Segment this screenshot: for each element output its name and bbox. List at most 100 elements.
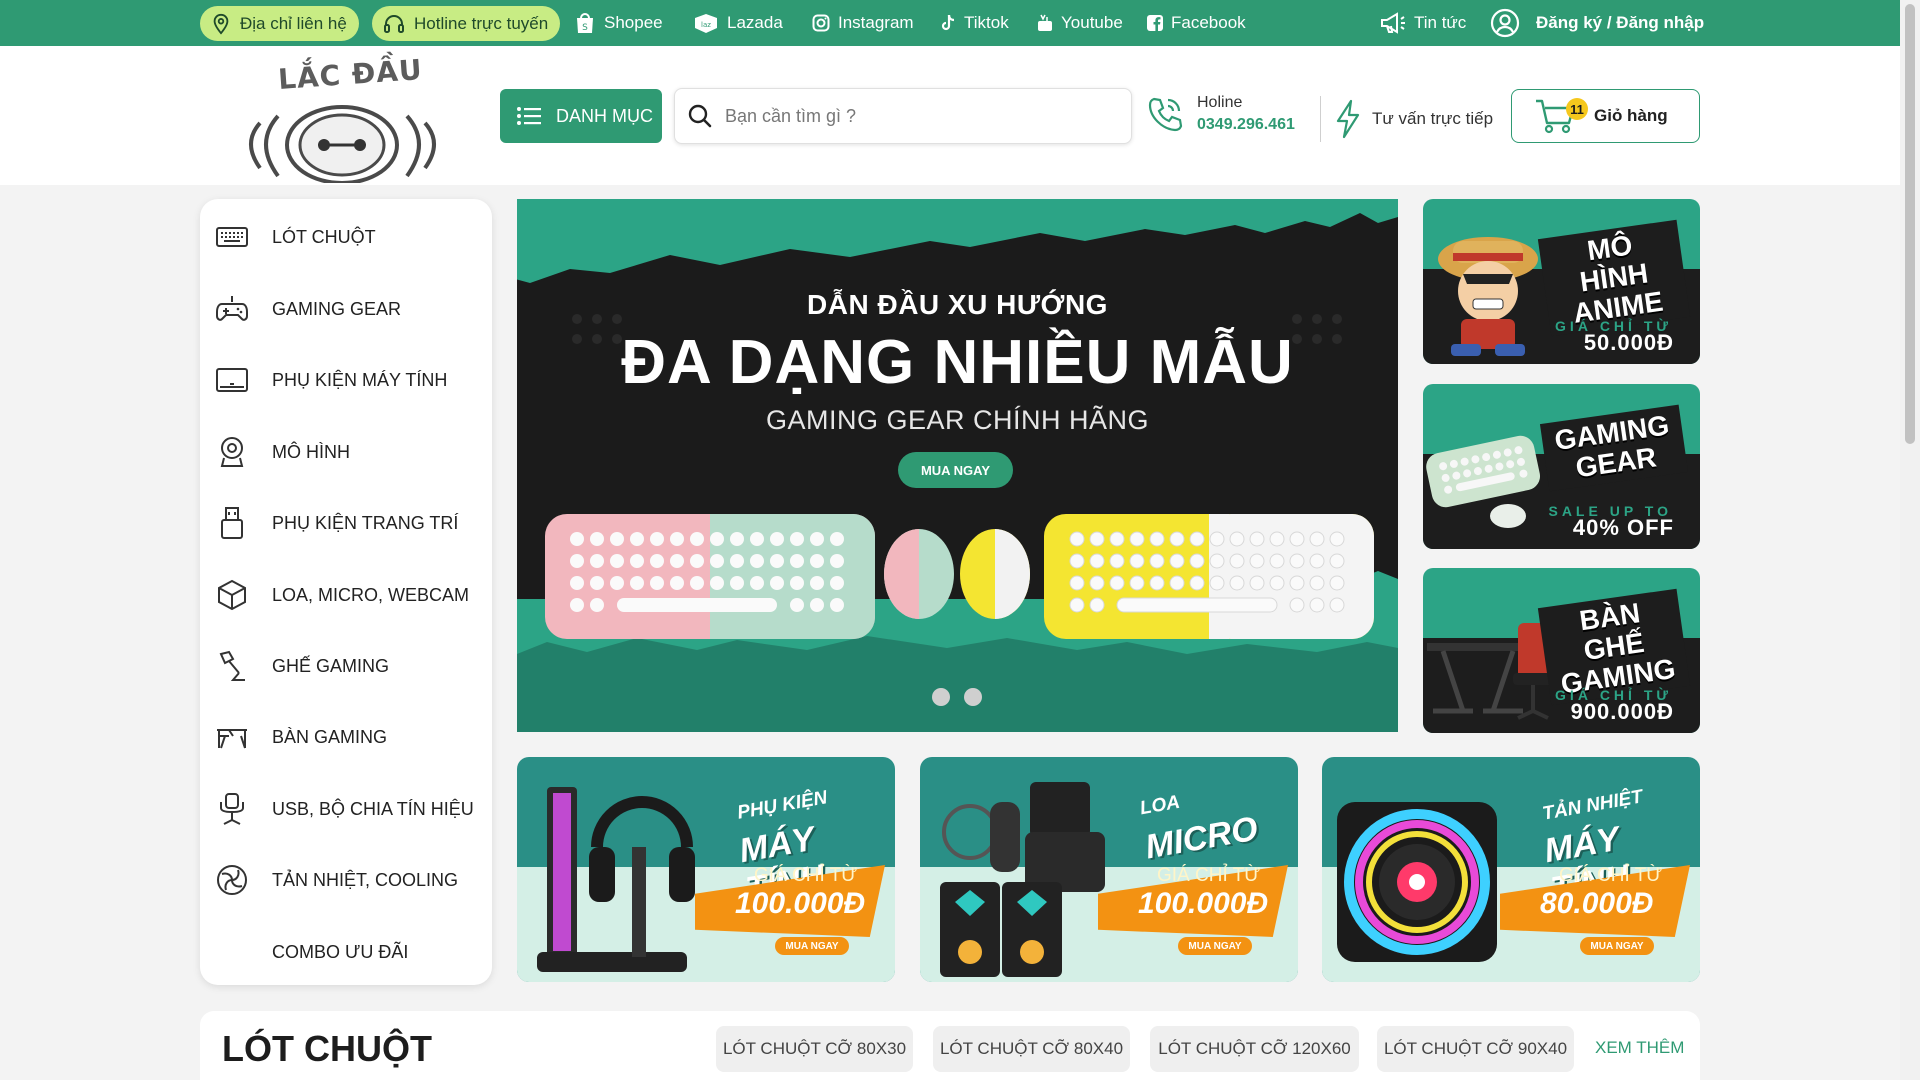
hotline-online-link[interactable]: Hotline trực tuyến — [372, 6, 561, 41]
banner-cta-button[interactable]: MUA NGAY — [775, 937, 849, 955]
cart-button[interactable]: 11 Giỏ hàng — [1511, 89, 1700, 143]
chair-icon — [214, 791, 250, 827]
cart-count-badge: 11 — [1566, 98, 1588, 120]
hotline-label: Holine — [1197, 94, 1243, 111]
youtube-link[interactable]: Youtube — [1037, 0, 1123, 46]
sidebar-item-usb-bo-chia[interactable]: USB, BỘ CHIA TÍN HIỆU — [200, 781, 492, 837]
news-link[interactable]: Tin tức — [1380, 0, 1466, 46]
shopee-label: Shopee — [604, 13, 663, 32]
phone-icon — [1145, 94, 1185, 134]
sidebar-item-lot-chuot[interactable]: LÓT CHUỘT — [200, 209, 492, 265]
banner-title: ĐA DẠNG NHIỀU MẪU — [621, 328, 1294, 397]
figure-icon — [214, 434, 250, 470]
logo-mascot-icon — [249, 105, 436, 183]
banner-buy-now-button[interactable]: MUA NGAY — [898, 452, 1013, 488]
shopee-icon: S — [574, 11, 596, 35]
sidebar-item-label: LOA, MICRO, WEBCAM — [272, 584, 470, 605]
gamepad-icon — [214, 291, 250, 327]
sidebar-item-combo-uu-dai[interactable]: COMBO ƯU ĐÃI — [200, 924, 492, 980]
fan-icon — [214, 862, 250, 898]
logo-text: LẮC ĐẦU — [277, 52, 424, 97]
lazada-label: Lazada — [727, 13, 783, 32]
megaphone-icon — [1380, 12, 1406, 34]
bottom-banner-cooling[interactable]: TẢN NHIỆT MÁY TÍNH GIÁ CHỈ TỪ 80.000Đ MU… — [1322, 757, 1700, 982]
sidebar-item-label: USB, BỘ CHIA TÍN HIỆU — [272, 798, 474, 819]
filter-chip-80x30[interactable]: LÓT CHUỘT CỠ 80X30 — [716, 1026, 913, 1072]
slider-dot-2[interactable] — [964, 688, 982, 706]
promo-value: 900.000Đ — [1570, 699, 1674, 724]
hero-banner[interactable]: DẪN ĐẦU XU HƯỚNG ĐA DẠNG NHIỀU MẪU GAMIN… — [517, 199, 1398, 732]
facebook-icon — [1147, 15, 1163, 31]
search-box — [674, 88, 1132, 144]
sidebar-item-label: PHỤ KIỆN TRANG TRÍ — [272, 512, 459, 533]
sidebar-item-tan-nhiet[interactable]: TẢN NHIỆT, COOLING — [200, 852, 492, 908]
lazada-link[interactable]: laz Lazada — [693, 0, 783, 46]
sidebar-item-label: PHỤ KIỆN MÁY TÍNH — [272, 369, 448, 390]
category-menu-label: DANH MỤC — [556, 105, 653, 126]
scrollbar-thumb[interactable] — [1905, 4, 1915, 444]
search-input[interactable] — [725, 105, 1105, 127]
filter-chip-80x40[interactable]: LÓT CHUỘT CỠ 80X40 — [933, 1026, 1130, 1072]
monitor-icon — [214, 362, 250, 398]
filter-chip-120x60[interactable]: LÓT CHUỘT CỠ 120X60 — [1150, 1026, 1359, 1072]
location-pin-icon — [210, 13, 232, 35]
lightning-icon — [1334, 99, 1362, 139]
banner-cta-button[interactable]: MUA NGAY — [1178, 937, 1252, 955]
sidebar-item-label: GHẾ GAMING — [272, 655, 390, 676]
address-link[interactable]: Địa chỉ liên hệ — [200, 6, 359, 41]
usb-drive-icon — [214, 505, 250, 541]
keyboard-icon — [214, 219, 250, 255]
banner-price-prefix: GIÁ CHỈ TỪ — [1559, 865, 1663, 886]
svg-text:S: S — [582, 23, 588, 33]
consult-link[interactable]: Tư vấn trực tiếp — [1334, 96, 1493, 142]
facebook-link[interactable]: Facebook — [1147, 0, 1246, 46]
news-label: Tin tức — [1414, 13, 1467, 32]
header-divider — [1320, 96, 1321, 142]
banner-price: 100.000Đ — [735, 887, 866, 920]
banner-price-prefix: GIÁ CHỈ TỪ — [754, 865, 858, 886]
shopee-link[interactable]: S Shopee — [574, 0, 663, 46]
promo-gaming-gear[interactable]: GAMING GEAR SALE UP TO 40% OFF — [1423, 384, 1700, 549]
desk-icon — [214, 719, 250, 755]
facebook-label: Facebook — [1171, 13, 1246, 32]
site-logo[interactable]: LẮC ĐẦU — [240, 53, 445, 183]
sidebar-item-phu-kien-trang-tri[interactable]: PHỤ KIỆN TRANG TRÍ — [200, 495, 492, 551]
slider-dot-1[interactable] — [932, 688, 950, 706]
category-menu-button[interactable]: DANH MỤC — [500, 89, 662, 143]
sidebar-item-loa-micro-webcam[interactable]: LOA, MICRO, WEBCAM — [200, 567, 492, 623]
address-label: Địa chỉ liên hệ — [240, 13, 347, 33]
svg-text:laz: laz — [701, 21, 711, 29]
banner-line2: MICRO — [1142, 809, 1261, 867]
bottom-banner-speaker-micro[interactable]: LOA MICRO GIÁ CHỈ TỪ 100.000Đ MUA NGAY — [920, 757, 1298, 982]
sidebar-item-ghe-gaming[interactable]: GHẾ GAMING — [200, 638, 492, 694]
auth-link[interactable]: Đăng ký / Đăng nhập — [1490, 0, 1704, 46]
search-icon[interactable] — [687, 103, 713, 129]
sidebar-item-gaming-gear[interactable]: GAMING GEAR — [200, 281, 492, 337]
page-scrollbar[interactable] — [1900, 0, 1920, 1080]
sidebar-item-label: BÀN GAMING — [272, 726, 388, 747]
filter-chip-90x40[interactable]: LÓT CHUỘT CỠ 90X40 — [1377, 1026, 1574, 1072]
promo-gaming-furniture[interactable]: BÀN GHẾ GAMING GIÁ CHỈ TỪ 900.000Đ — [1423, 568, 1700, 733]
list-menu-icon — [516, 105, 542, 127]
instagram-link[interactable]: Instagram — [812, 0, 914, 46]
sidebar-item-label: LÓT CHUỘT — [272, 226, 376, 247]
banner-price-prefix: GIÁ CHỈ TỪ — [1157, 865, 1261, 886]
sidebar-item-phu-kien-may-tinh[interactable]: PHỤ KIỆN MÁY TÍNH — [200, 352, 492, 408]
sidebar-item-mo-hinh[interactable]: MÔ HÌNH — [200, 424, 492, 480]
sidebar-item-ban-gaming[interactable]: BÀN GAMING — [200, 709, 492, 765]
cart-label: Giỏ hàng — [1594, 106, 1668, 125]
instagram-icon — [812, 14, 830, 32]
youtube-label: Youtube — [1061, 13, 1123, 32]
speaker-micro-image — [940, 782, 1105, 977]
sidebar-item-label: TẢN NHIỆT, COOLING — [272, 869, 459, 890]
consult-label: Tư vấn trực tiếp — [1372, 109, 1494, 128]
banner-cta-button[interactable]: MUA NGAY — [1580, 937, 1654, 955]
rgb-fan-image — [1337, 802, 1497, 962]
promo-anime-figures[interactable]: MÔ HÌNH ANIME GIÁ CHỈ TỪ 50.000Đ — [1423, 199, 1700, 364]
tiktok-icon — [940, 14, 956, 32]
bottom-banner-pc-accessories[interactable]: PHỤ KIỆN MÁY TÍNH GIÁ CHỈ TỪ 100.000Đ MU… — [517, 757, 895, 982]
user-icon — [1490, 8, 1520, 38]
hotline-info[interactable]: Holine 0349.296.461 — [1145, 94, 1295, 134]
tiktok-link[interactable]: Tiktok — [940, 0, 1009, 46]
view-more-link[interactable]: XEM THÊM — [1595, 1038, 1684, 1058]
